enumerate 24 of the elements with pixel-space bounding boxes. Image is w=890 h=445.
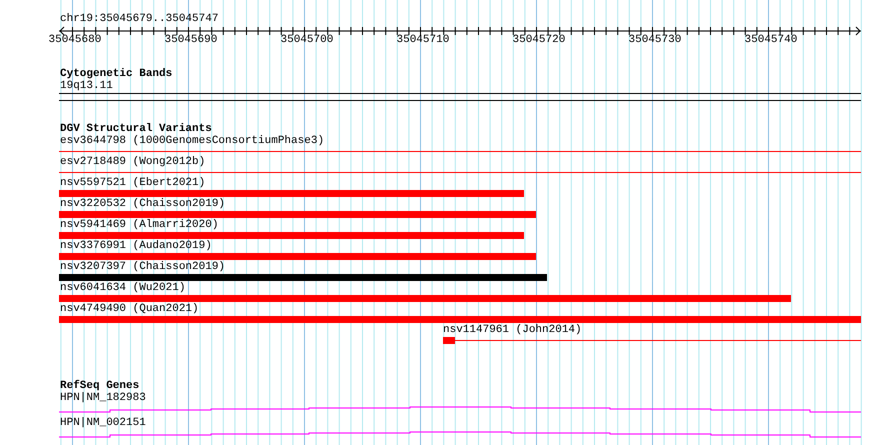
track-title: DGV Structural Variants [59, 123, 213, 135]
ruler-label: 35045690 [164, 34, 218, 46]
variant-label: esv2718489 (Wong2012b) [59, 156, 206, 168]
variant-label: nsv3220532 (Chaisson2019) [59, 198, 226, 210]
track-title: Cytogenetic Bands [59, 68, 174, 80]
band-label: 19q13.11 [59, 80, 114, 92]
variant-label: nsv1147961 (John2014) [443, 324, 583, 336]
ruler-label: 35045740 [744, 34, 798, 46]
ruler-label: 35045720 [512, 34, 566, 46]
variant-label: nsv5941469 (Almarri2020) [59, 219, 220, 231]
track-title: RefSeq Genes [59, 380, 140, 392]
region-title: chr19:35045679..35045747 [60, 13, 218, 25]
ruler-label: 35045700 [280, 34, 334, 46]
ruler-label: 35045730 [628, 34, 682, 46]
ruler-label: 35045710 [396, 34, 450, 46]
ruler-label: 35045680 [48, 34, 102, 46]
variant-label: nsv3376991 (Audano2019) [59, 240, 213, 252]
variant-label: esv3644798 (1000GenomesConsortiumPhase3) [59, 135, 326, 147]
variant-label: nsv5597521 (Ebert2021) [59, 177, 206, 189]
gene-label: HPN|NM_002151 [59, 417, 147, 429]
variant-label: nsv6041634 (Wu2021) [59, 282, 186, 294]
gene-label: HPN|NM_182983 [59, 392, 147, 404]
variant-label: nsv4749490 (Quan2021) [59, 303, 200, 315]
variant-label: nsv3207397 (Chaisson2019) [59, 261, 226, 273]
